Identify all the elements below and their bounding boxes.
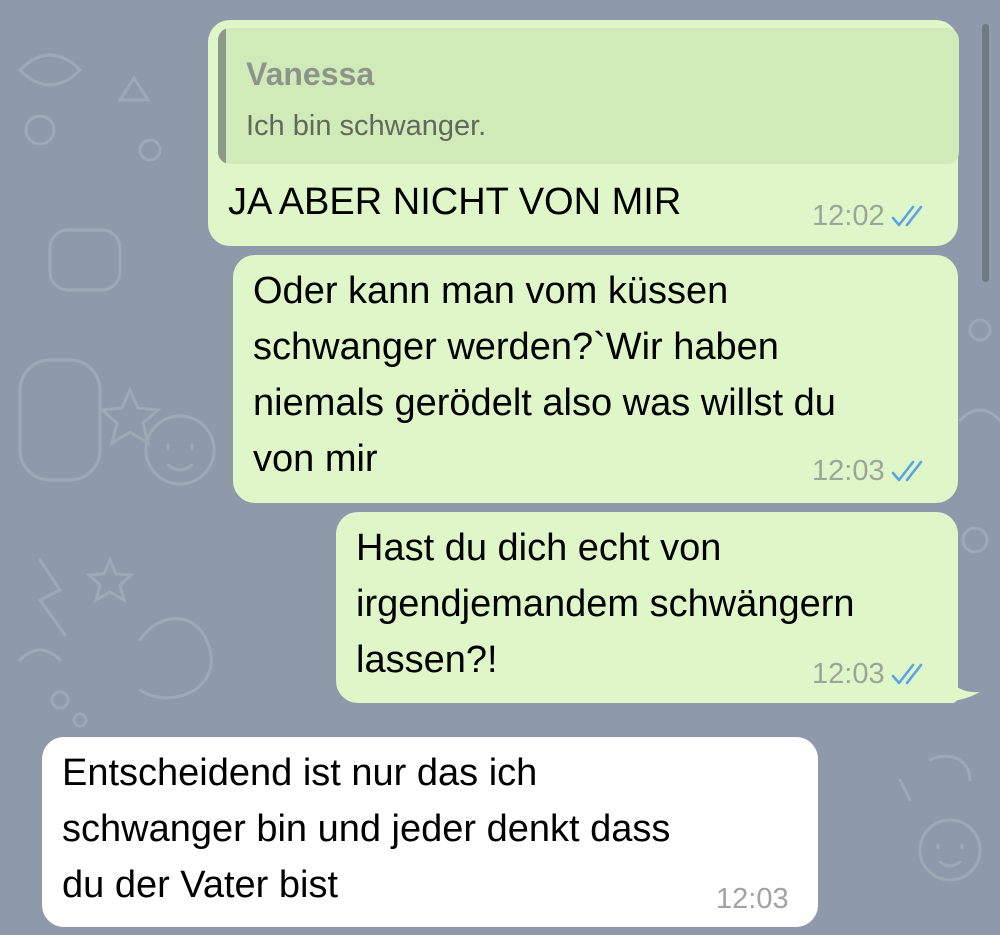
outgoing-message[interactable]: Hast du dich echt von irgendjemandem sch… <box>336 512 958 703</box>
reply-preview[interactable]: Vanessa Ich bin schwanger. <box>218 28 959 164</box>
message-text: JA ABER NICHT VON MIR <box>228 181 682 223</box>
message-time: 12:03 <box>716 883 789 915</box>
double-check-icon <box>891 663 931 687</box>
bubble-tail <box>940 660 980 702</box>
double-check-icon <box>891 460 931 484</box>
message-text: Entscheidend ist nur das ich schwanger b… <box>62 752 671 906</box>
scrollbar[interactable] <box>982 24 989 282</box>
incoming-message[interactable]: Entscheidend ist nur das ich schwanger b… <box>42 737 818 927</box>
message-meta: 12:03 <box>812 455 931 488</box>
outgoing-message[interactable]: Vanessa Ich bin schwanger. JA ABER NICHT… <box>208 20 959 246</box>
reply-sender-name: Vanessa <box>246 56 375 92</box>
reply-accent-bar <box>218 28 226 164</box>
message-meta: 12:03 <box>812 658 931 691</box>
message-meta: 12:03 <box>716 883 789 916</box>
message-time: 12:03 <box>812 455 885 487</box>
reply-quoted-text: Ich bin schwanger. <box>246 110 487 142</box>
message-text: Oder kann man vom küssen schwanger werde… <box>253 270 836 480</box>
message-meta: 12:02 <box>812 200 931 233</box>
message-time: 12:03 <box>812 658 885 690</box>
outgoing-message[interactable]: Oder kann man vom küssen schwanger werde… <box>233 255 958 503</box>
double-check-icon <box>891 205 931 229</box>
message-time: 12:02 <box>812 200 885 232</box>
message-text: Hast du dich echt von irgendjemandem sch… <box>356 527 855 681</box>
